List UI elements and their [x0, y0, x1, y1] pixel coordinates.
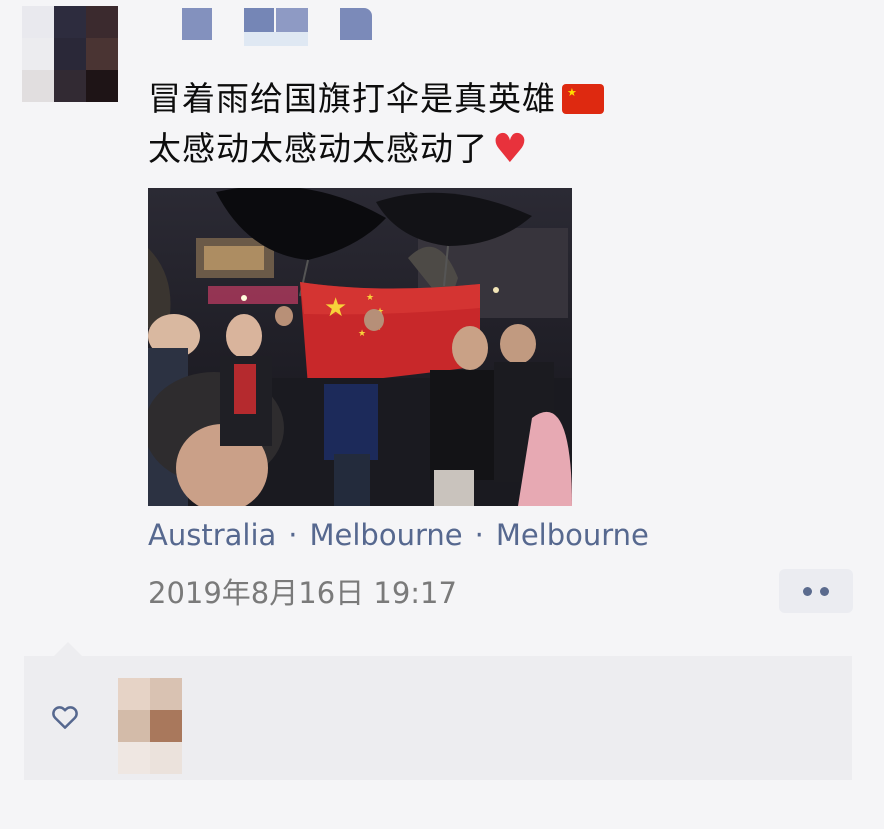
location-city[interactable]: Melbourne	[310, 518, 463, 552]
caption-line-2: 太感动太感动太感动了 ♥	[148, 126, 529, 172]
post-photo[interactable]: ★ ★ ★ ★ ★	[148, 188, 572, 506]
post-location[interactable]: Australia · Melbourne · Melbourne	[148, 518, 649, 552]
more-actions-button[interactable]	[779, 569, 853, 613]
post-timestamp: 2019年8月16日 19:17	[148, 576, 457, 610]
location-separator: ·	[474, 518, 484, 552]
more-dots-icon	[803, 586, 812, 596]
svg-text:★: ★	[366, 293, 374, 303]
liker-avatar[interactable]	[118, 678, 182, 774]
svg-text:★: ★	[358, 329, 366, 339]
china-flag-emoji: ★	[562, 84, 604, 114]
location-separator: ·	[288, 518, 298, 552]
red-heart-emoji: ♥	[492, 126, 529, 172]
location-place[interactable]: Melbourne	[496, 518, 649, 552]
more-dots-icon	[820, 586, 829, 596]
author-name[interactable]	[182, 8, 382, 46]
author-avatar[interactable]	[22, 6, 118, 102]
caption-line-1: 冒着雨给国旗打伞是真英雄 ★	[148, 74, 788, 124]
location-country[interactable]: Australia	[148, 518, 276, 552]
heart-outline-icon	[52, 706, 78, 729]
svg-text:★: ★	[324, 293, 347, 323]
post-caption: 冒着雨给国旗打伞是真英雄 ★ 太感动太感动太感动了 ♥	[148, 74, 788, 174]
likes-panel	[24, 642, 852, 780]
